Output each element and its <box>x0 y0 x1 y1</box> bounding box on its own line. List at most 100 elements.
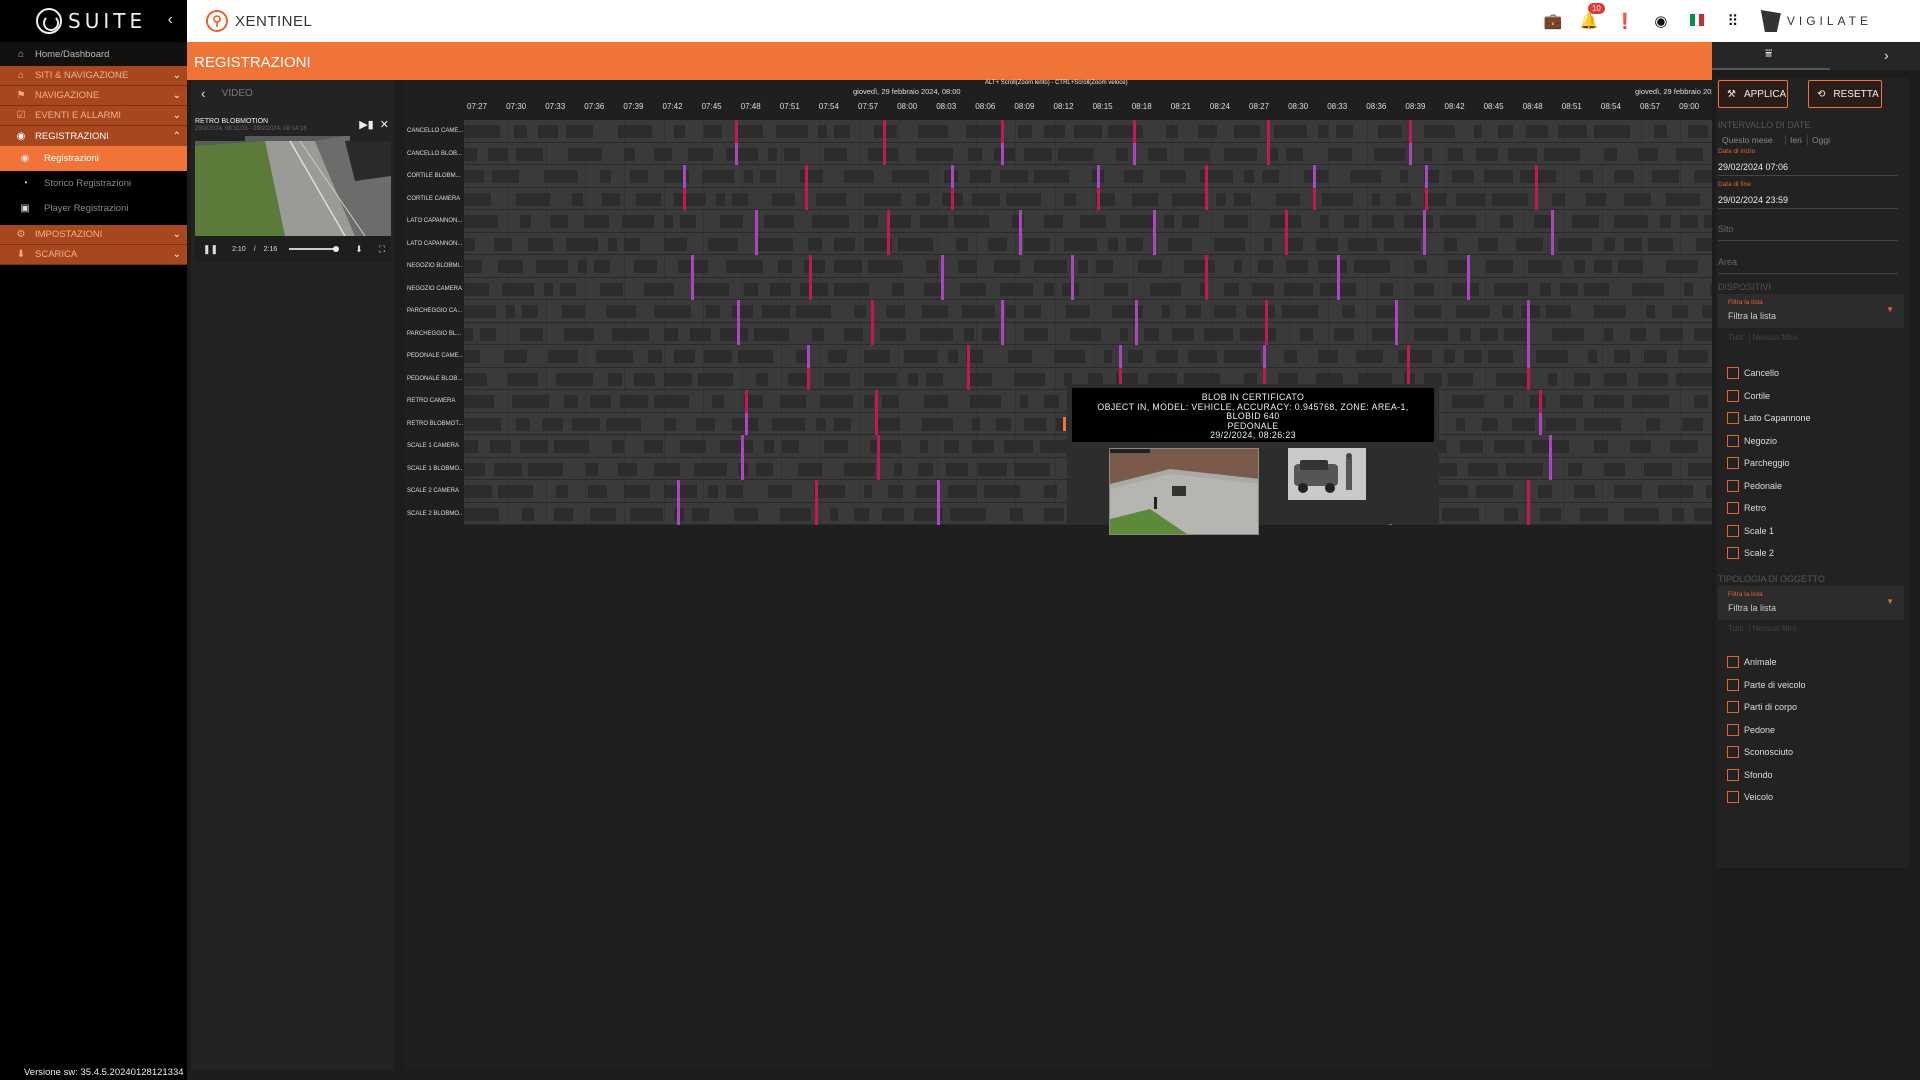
recording-segment[interactable] <box>1496 372 1528 386</box>
recording-segment[interactable] <box>568 147 602 161</box>
recording-segment[interactable] <box>814 485 845 498</box>
event-marker[interactable] <box>1133 120 1136 143</box>
recording-segment[interactable] <box>1632 395 1669 408</box>
recording-segment[interactable] <box>1452 170 1474 183</box>
recording-segment[interactable] <box>1522 305 1540 318</box>
recording-segment[interactable] <box>490 440 511 453</box>
recording-segment[interactable] <box>664 327 678 341</box>
event-marker[interactable] <box>683 165 686 188</box>
recording-segment[interactable] <box>760 170 776 183</box>
recording-segment[interactable] <box>680 440 706 453</box>
recording-segment[interactable] <box>958 260 977 273</box>
recording-segment[interactable] <box>1480 327 1498 341</box>
event-marker[interactable] <box>1425 187 1428 210</box>
event-marker[interactable] <box>1313 165 1316 188</box>
recording-segment[interactable] <box>562 305 585 318</box>
event-marker[interactable] <box>677 480 680 503</box>
recording-segment[interactable] <box>1488 350 1513 363</box>
recording-segment[interactable] <box>1658 485 1693 498</box>
checkbox[interactable] <box>1727 389 1739 402</box>
recording-segment[interactable] <box>464 260 482 273</box>
recording-segment[interactable] <box>556 485 568 498</box>
recording-segment[interactable] <box>1644 462 1672 476</box>
recording-segment[interactable] <box>1460 440 1483 453</box>
apps-grid-icon[interactable]: ⠿ <box>1715 12 1751 30</box>
account-icon[interactable]: ◉ <box>1643 12 1679 30</box>
recording-segment[interactable] <box>664 485 697 498</box>
event-marker[interactable] <box>1551 232 1554 255</box>
recording-segment[interactable] <box>1014 372 1045 386</box>
recording-segment[interactable] <box>844 327 863 341</box>
recording-segment[interactable] <box>1398 350 1432 363</box>
recording-segment[interactable] <box>1568 462 1582 476</box>
recording-segment[interactable] <box>1504 327 1529 341</box>
recording-segment[interactable] <box>1120 327 1128 341</box>
recording-segment[interactable] <box>606 417 641 431</box>
reset-button[interactable]: ⟲ RESETTA <box>1808 80 1882 108</box>
event-marker[interactable] <box>1539 412 1542 435</box>
checkbox[interactable] <box>1727 502 1739 514</box>
event-marker[interactable] <box>815 480 818 503</box>
recording-segment[interactable] <box>706 305 720 318</box>
recording-segment[interactable] <box>1234 260 1242 273</box>
recording-segment[interactable] <box>494 462 522 476</box>
recording-segment[interactable] <box>1378 125 1402 138</box>
recording-segment[interactable] <box>876 417 900 431</box>
recording-segment[interactable] <box>1120 215 1153 228</box>
event-marker[interactable] <box>1285 232 1288 255</box>
recording-segment[interactable] <box>864 192 901 206</box>
recording-segment[interactable] <box>696 417 715 431</box>
quick-this-month[interactable]: Questo mese <box>1722 135 1773 145</box>
recording-segment[interactable] <box>1440 215 1476 228</box>
recording-segment[interactable] <box>918 125 948 138</box>
recording-segment[interactable] <box>1448 147 1463 161</box>
recording-segment[interactable] <box>796 305 831 318</box>
recording-segment[interactable] <box>1024 147 1052 161</box>
recording-segment[interactable] <box>1286 147 1303 161</box>
recording-segment[interactable] <box>1580 507 1608 521</box>
recording-segment[interactable] <box>1168 237 1192 251</box>
checkbox-row[interactable]: Scale 1 <box>1727 524 1774 538</box>
recording-segment[interactable] <box>1216 192 1226 206</box>
recording-segment[interactable] <box>1476 485 1513 498</box>
recording-segment[interactable] <box>1558 125 1587 138</box>
event-marker[interactable] <box>1337 255 1340 278</box>
event-marker[interactable] <box>741 457 744 480</box>
recording-segment[interactable] <box>560 282 576 296</box>
recording-segment[interactable] <box>1150 282 1181 296</box>
alert-icon[interactable]: ❗ <box>1607 12 1643 30</box>
recording-segment[interactable] <box>1574 485 1595 498</box>
recording-segment[interactable] <box>654 395 689 408</box>
recording-segment[interactable] <box>1630 440 1651 453</box>
recording-segment[interactable] <box>1162 305 1170 318</box>
event-marker[interactable] <box>1001 300 1004 323</box>
recording-segment[interactable] <box>890 215 911 228</box>
recording-segment[interactable] <box>480 327 496 341</box>
recording-segment[interactable] <box>674 192 706 206</box>
recording-segment[interactable] <box>1574 260 1585 273</box>
recording-segment[interactable] <box>564 327 594 341</box>
recording-segment[interactable] <box>816 192 846 206</box>
recording-segment[interactable] <box>1646 417 1660 431</box>
recording-segment[interactable] <box>590 395 611 408</box>
event-marker[interactable] <box>807 367 810 390</box>
recording-segment[interactable] <box>1318 350 1338 363</box>
recording-segment[interactable] <box>948 350 958 363</box>
objects-filter-dropdown[interactable]: Filtra la lista Filtra la lista ▼ <box>1718 586 1904 620</box>
recording-segment[interactable] <box>544 282 553 296</box>
recording-segment[interactable] <box>702 170 734 183</box>
recording-segment[interactable] <box>504 350 527 363</box>
recording-segment[interactable] <box>1224 215 1248 228</box>
timeline-row[interactable] <box>464 210 1717 233</box>
recording-segment[interactable] <box>664 372 692 386</box>
event-marker[interactable] <box>875 412 878 435</box>
timeline-row[interactable] <box>464 345 1717 368</box>
recording-segment[interactable] <box>1404 215 1433 228</box>
recording-segment[interactable] <box>1014 462 1050 476</box>
recording-segment[interactable] <box>834 125 850 138</box>
recording-segment[interactable] <box>964 327 974 341</box>
recording-segment[interactable] <box>602 192 620 206</box>
recording-segment[interactable] <box>984 485 1020 498</box>
recording-segment[interactable] <box>1350 170 1381 183</box>
nav-impostazioni[interactable]: ⚙ IMPOSTAZIONI ⌄ <box>0 225 187 245</box>
